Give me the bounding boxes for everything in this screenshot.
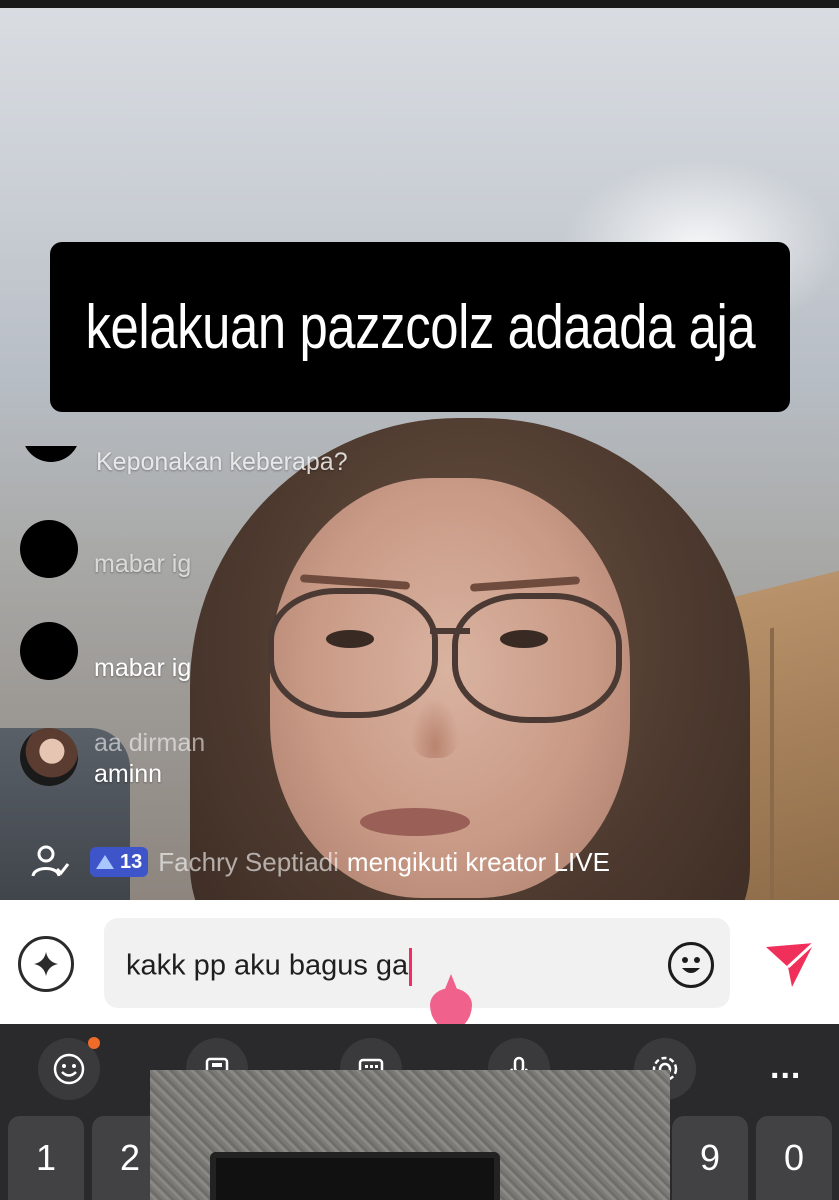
badge-level: 13 (120, 850, 143, 873)
right-lens (452, 593, 622, 723)
mouth (360, 808, 470, 836)
wardrobe-edge (770, 627, 774, 900)
comment-message: mabar ig (94, 550, 192, 578)
right-eye (500, 630, 548, 648)
comment-input[interactable]: kakk pp aku bagus ga (104, 918, 730, 1008)
smiley-icon (682, 957, 700, 973)
send-button[interactable] (760, 935, 820, 995)
comment-item: mabar ig (20, 520, 191, 580)
glasses-bridge (430, 628, 470, 634)
status-strip (0, 0, 839, 8)
left-eye (326, 630, 374, 648)
commenter-avatar[interactable] (20, 728, 78, 786)
comment-username[interactable]: aa dirman (94, 728, 205, 758)
caption-banner: kelakuan pazzcolz adaada aja (50, 242, 790, 412)
keyboard-more-button[interactable]: ... (770, 1048, 801, 1087)
ai-sparkle-button[interactable] (18, 936, 74, 992)
key-0[interactable]: 0 (756, 1116, 832, 1200)
caption-text: kelakuan pazzcolz adaada aja (85, 292, 755, 362)
send-icon (766, 941, 816, 987)
key-1[interactable]: 1 (8, 1116, 84, 1200)
comment-item: aa dirman aminn (20, 728, 205, 790)
nose (410, 698, 460, 758)
person-follow-icon (30, 842, 70, 882)
sparkle-icon (34, 952, 58, 976)
comment-input-value: kakk pp aku bagus ga (126, 949, 409, 982)
comment-message: aminn (94, 760, 163, 788)
commenter-avatar[interactable] (20, 520, 78, 578)
key-9[interactable]: 9 (672, 1116, 748, 1200)
overlay-screen-image (210, 1152, 500, 1200)
follower-name[interactable]: Fachry Septiadi (158, 847, 339, 878)
notification-dot (88, 1037, 100, 1049)
comment-message: Keponakan keberapa? (96, 448, 348, 474)
follow-notification: 13 Fachry Septiadi mengikuti kreator LIV… (30, 842, 610, 882)
emoji-icon (53, 1053, 85, 1085)
commenter-avatar[interactable] (22, 446, 80, 462)
comment-message: mabar ig (94, 654, 192, 682)
follow-text: mengikuti kreator LIVE (346, 846, 610, 877)
emoji-button[interactable] (668, 942, 714, 988)
comment-item: Keponakan keberapa? (22, 446, 348, 474)
level-icon (96, 855, 114, 869)
commenter-avatar[interactable] (20, 622, 78, 680)
text-caret (409, 948, 413, 986)
level-badge: 13 (90, 847, 149, 877)
comment-item: mabar ig (20, 622, 191, 684)
